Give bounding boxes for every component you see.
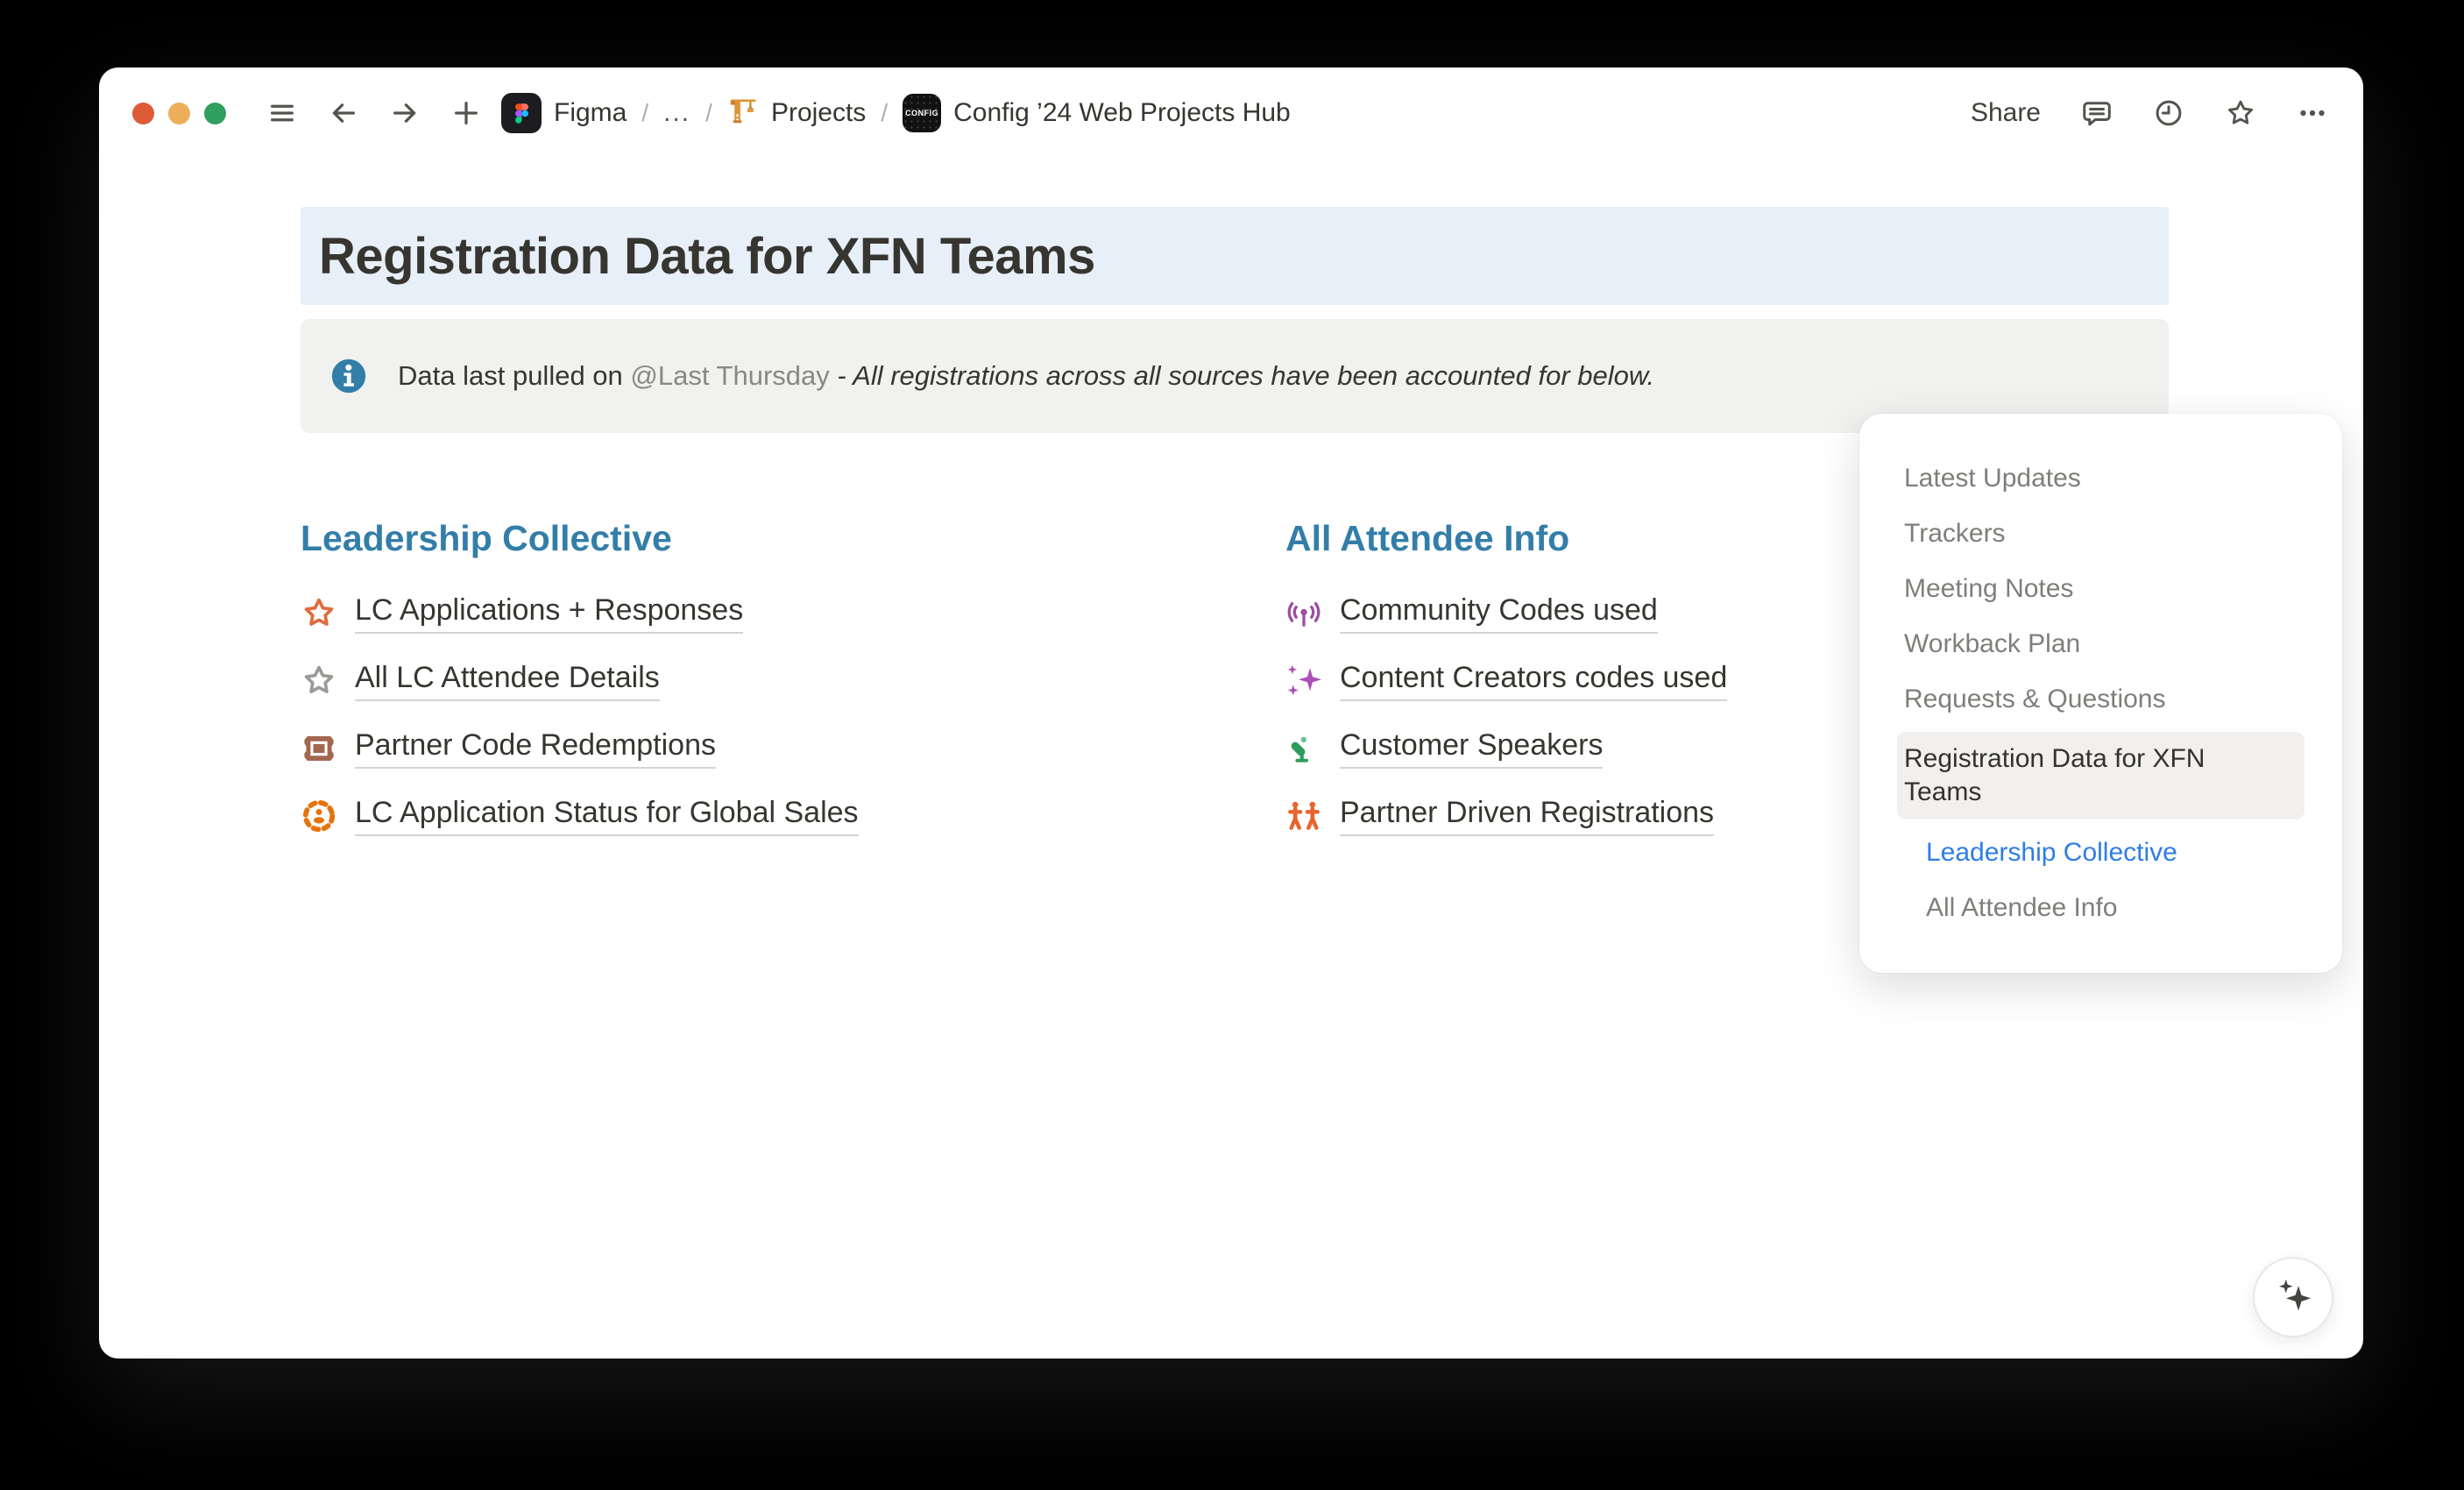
config-badge-text: CONFIG bbox=[905, 109, 938, 117]
breadcrumb-separator: / bbox=[881, 99, 888, 127]
page-title-highlight: Registration Data for XFN Teams bbox=[301, 207, 2169, 305]
toc-item-requests-questions[interactable]: Requests & Questions bbox=[1859, 671, 2342, 727]
date-mention[interactable]: @Last Thursday bbox=[630, 360, 829, 391]
section-heading: Leadership Collective bbox=[301, 516, 859, 560]
toc-item-latest-updates[interactable]: Latest Updates bbox=[1859, 451, 2342, 506]
titlebar-actions: Share bbox=[1971, 97, 2328, 129]
callout-prefix: Data last pulled on bbox=[398, 360, 630, 391]
more-options-icon[interactable] bbox=[2297, 97, 2328, 129]
broadcast-purple-icon bbox=[1285, 595, 1322, 632]
breadcrumb-item-figma[interactable]: Figma bbox=[501, 93, 627, 133]
crane-icon bbox=[727, 94, 759, 132]
config-page-icon: CONFIG bbox=[903, 94, 941, 132]
microphone-green-icon bbox=[1285, 730, 1322, 767]
breadcrumb-collapsed-ellipsis[interactable]: ... bbox=[663, 98, 690, 128]
page-link-label: Customer Speakers bbox=[1340, 727, 1603, 769]
breadcrumb: Figma / ... / Projects / bbox=[501, 93, 1291, 133]
comments-icon[interactable] bbox=[2081, 97, 2113, 129]
column-leadership-collective: Leadership Collective LC Applications + … bbox=[301, 516, 859, 849]
table-of-contents-panel: Latest Updates Trackers Meeting Notes Wo… bbox=[1859, 414, 2342, 973]
page-link-label: All LC Attendee Details bbox=[355, 660, 660, 701]
favorite-star-icon[interactable] bbox=[2225, 97, 2256, 129]
breadcrumb-item-projects[interactable]: Projects bbox=[727, 94, 866, 132]
column-all-attendee-info: All Attendee Info Community Codes used bbox=[1285, 516, 1727, 849]
titlebar: Figma / ... / Projects / bbox=[99, 67, 2363, 159]
forward-arrow-icon[interactable] bbox=[389, 97, 421, 129]
star-orange-icon bbox=[301, 595, 337, 632]
breadcrumb-separator: / bbox=[705, 99, 712, 127]
minimize-window-button[interactable] bbox=[168, 103, 190, 124]
zoom-window-button[interactable] bbox=[204, 103, 226, 124]
toc-item-workback-plan[interactable]: Workback Plan bbox=[1859, 616, 2342, 671]
page-link-label: LC Application Status for Global Sales bbox=[355, 795, 859, 836]
frame-brown-icon bbox=[301, 730, 337, 767]
nav-controls bbox=[266, 97, 482, 129]
page-link-label: Content Creators codes used bbox=[1340, 660, 1727, 701]
toc-item-all-attendee-info[interactable]: All Attendee Info bbox=[1859, 880, 2342, 935]
back-arrow-icon[interactable] bbox=[328, 97, 359, 129]
window-controls bbox=[132, 103, 226, 124]
new-tab-plus-icon[interactable] bbox=[450, 97, 482, 129]
callout-text: Data last pulled on @Last Thursday - All… bbox=[398, 358, 1654, 394]
star-gray-icon bbox=[301, 663, 337, 699]
breadcrumb-separator: / bbox=[641, 99, 648, 127]
page-link[interactable]: LC Applications + Responses bbox=[301, 579, 859, 647]
page-link-label: Partner Code Redemptions bbox=[355, 727, 716, 769]
page-link[interactable]: LC Application Status for Global Sales bbox=[301, 782, 859, 849]
page-link[interactable]: All LC Attendee Details bbox=[301, 647, 859, 714]
sparkles-icon bbox=[2270, 1273, 2316, 1323]
people-orange-icon bbox=[1285, 798, 1322, 834]
share-button[interactable]: Share bbox=[1971, 98, 2041, 128]
toc-item-leadership-collective[interactable]: Leadership Collective bbox=[1859, 825, 2342, 880]
close-window-button[interactable] bbox=[132, 103, 154, 124]
breadcrumb-label: Figma bbox=[554, 98, 627, 128]
breadcrumb-label: Projects bbox=[771, 98, 866, 128]
ai-assistant-button[interactable] bbox=[2253, 1257, 2333, 1337]
page-link[interactable]: Partner Code Redemptions bbox=[301, 714, 859, 782]
callout-note: - All registrations across all sources h… bbox=[830, 360, 1654, 391]
sidebar-menu-icon[interactable] bbox=[266, 97, 298, 129]
dashed-circle-orange-icon bbox=[301, 798, 337, 834]
page-link[interactable]: Community Codes used bbox=[1285, 579, 1727, 647]
breadcrumb-item-current-page[interactable]: CONFIG Config ’24 Web Projects Hub bbox=[903, 94, 1291, 132]
toc-item-meeting-notes[interactable]: Meeting Notes bbox=[1859, 561, 2342, 616]
section-heading: All Attendee Info bbox=[1285, 516, 1727, 560]
page-title[interactable]: Registration Data for XFN Teams bbox=[301, 227, 1095, 286]
toc-item-registration-data-active[interactable]: Registration Data for XFN Teams bbox=[1897, 732, 2305, 820]
page-link[interactable]: Content Creators codes used bbox=[1285, 647, 1727, 714]
history-clock-icon[interactable] bbox=[2153, 97, 2184, 129]
page-link-label: Partner Driven Registrations bbox=[1340, 795, 1714, 836]
page-link-label: Community Codes used bbox=[1340, 592, 1658, 634]
page-link[interactable]: Customer Speakers bbox=[1285, 714, 1727, 782]
toc-item-trackers[interactable]: Trackers bbox=[1859, 506, 2342, 561]
page-link-label: LC Applications + Responses bbox=[355, 592, 743, 634]
app-window: Figma / ... / Projects / bbox=[99, 67, 2363, 1359]
info-icon bbox=[329, 356, 369, 396]
page-link[interactable]: Partner Driven Registrations bbox=[1285, 782, 1727, 849]
sparkles-purple-icon bbox=[1285, 663, 1322, 699]
figma-app-icon bbox=[501, 93, 542, 133]
breadcrumb-label: Config ’24 Web Projects Hub bbox=[953, 98, 1291, 128]
